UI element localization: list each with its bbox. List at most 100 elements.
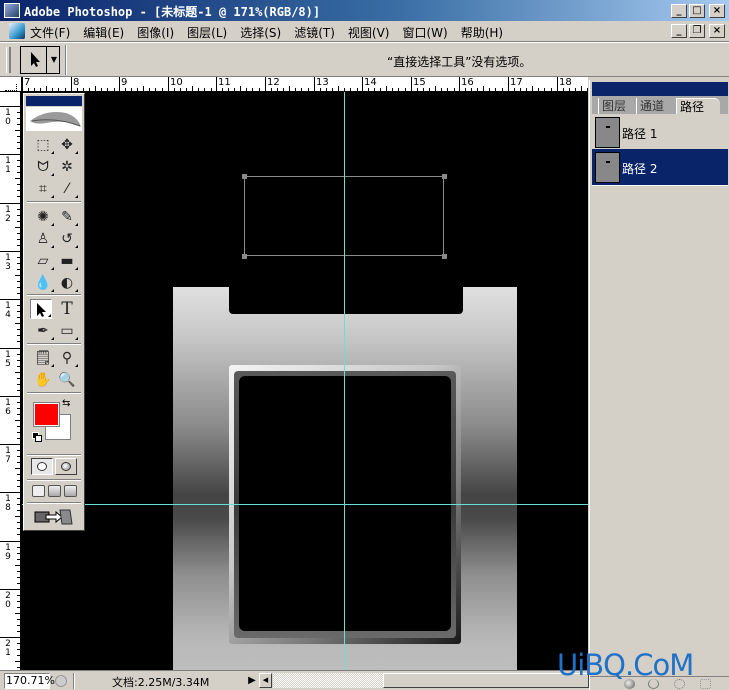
ruler-minor-tick xyxy=(89,88,90,91)
zoom-tool[interactable]: 🔍 xyxy=(56,370,78,390)
tool-flyout-indicator xyxy=(51,195,54,198)
make-work-path-icon[interactable] xyxy=(700,679,711,689)
status-menu-arrow-icon[interactable]: ▶ xyxy=(246,673,258,689)
eraser-tool[interactable]: ▱ xyxy=(32,251,54,271)
gradient-tool[interactable]: ▬ xyxy=(56,251,78,271)
tab-paths[interactable]: 路径 xyxy=(676,98,720,114)
ruler-minor-tick xyxy=(17,450,20,451)
blur-tool[interactable]: 💧 xyxy=(32,273,54,293)
horizontal-ruler[interactable]: 7 8 9 10 11 12 13 14 15 16 17 18 xyxy=(22,77,588,92)
ruler-minor-tick xyxy=(17,534,20,535)
full-screen-mode-button[interactable] xyxy=(64,485,77,497)
eyedropper-tool[interactable]: ⚲ xyxy=(56,348,78,368)
tab-channels[interactable]: 通道 xyxy=(636,98,667,114)
doc-restore-button[interactable]: ❐ xyxy=(689,24,705,38)
vertical-ruler[interactable]: 10 11 12 13 14 15 16 17 18 19 20 21 xyxy=(0,92,22,670)
ruler-major-tick xyxy=(0,348,20,349)
minimize-button[interactable]: _ xyxy=(671,4,687,18)
toolbox-separator xyxy=(27,502,81,504)
doc-close-button[interactable]: × xyxy=(709,24,725,38)
default-colors-icon[interactable] xyxy=(32,432,42,442)
magic-wand-tool[interactable]: ✲ xyxy=(56,157,78,177)
rectangle-tool[interactable]: ▭ xyxy=(56,321,78,341)
direct-selection-tool[interactable] xyxy=(30,299,52,319)
standard-mode-button[interactable] xyxy=(31,458,53,475)
preview-icon[interactable] xyxy=(55,675,67,687)
horizontal-scroll-track[interactable] xyxy=(273,673,383,688)
document-canvas[interactable] xyxy=(22,92,588,670)
document-icon[interactable] xyxy=(9,23,25,39)
crop-tool[interactable]: ⌗ xyxy=(32,179,54,199)
brush-tool[interactable]: ✎ xyxy=(56,207,78,227)
doc-minimize-button[interactable]: _ xyxy=(671,24,687,38)
ruler-minor-tick xyxy=(40,88,41,91)
move-tool[interactable]: ✥ xyxy=(56,135,78,155)
maximize-button[interactable]: □ xyxy=(689,4,705,18)
path-list-item-selected[interactable]: 路径 2 xyxy=(592,149,728,186)
path-list-item[interactable]: 路径 1 xyxy=(592,114,728,151)
photoshop-feather-logo[interactable] xyxy=(26,107,82,131)
menu-view[interactable]: 视图(V) xyxy=(348,24,390,41)
vertical-guide[interactable] xyxy=(344,92,345,670)
ruler-minor-tick xyxy=(587,88,588,91)
chevron-down-icon[interactable]: ▼ xyxy=(48,47,60,73)
ruler-minor-tick xyxy=(240,86,241,91)
ruler-minor-tick xyxy=(344,88,345,91)
ruler-minor-tick xyxy=(17,559,20,560)
menu-layer[interactable]: 图层(L) xyxy=(187,24,227,41)
dodge-tool[interactable]: ◐ xyxy=(56,273,78,293)
ruler-minor-tick xyxy=(228,88,229,91)
clone-stamp-tool[interactable]: ♙ xyxy=(32,229,54,249)
ruler-major-tick xyxy=(216,77,217,91)
path-anchor-point[interactable] xyxy=(242,254,247,259)
toolbox-title-bar[interactable] xyxy=(26,96,82,106)
ruler-minor-tick xyxy=(17,166,20,167)
swap-colors-icon[interactable]: ⇆ xyxy=(62,398,70,409)
ruler-minor-tick xyxy=(149,88,150,91)
standard-screen-mode-button[interactable] xyxy=(32,485,45,497)
options-bar-grip[interactable] xyxy=(6,47,11,73)
scroll-left-button[interactable]: ◀ xyxy=(259,673,272,688)
ruler-minor-tick xyxy=(107,88,108,91)
path-anchor-point[interactable] xyxy=(242,174,247,179)
ruler-minor-tick xyxy=(17,160,20,161)
slice-tool[interactable]: ⁄ xyxy=(56,179,78,199)
tool-flyout-indicator xyxy=(51,245,54,248)
jump-to-imageready-button[interactable] xyxy=(34,508,74,526)
ruler-minor-tick xyxy=(17,607,20,608)
zoom-icon: 🔍 xyxy=(58,372,76,388)
close-button[interactable]: × xyxy=(709,4,725,18)
panel-title-bar[interactable] xyxy=(592,82,728,96)
zoom-level-field[interactable]: 170.71% xyxy=(4,673,55,689)
menu-select[interactable]: 选择(S) xyxy=(240,24,281,41)
ruler-minor-tick xyxy=(350,88,351,91)
path-anchor-point[interactable] xyxy=(442,174,447,179)
foreground-color-swatch[interactable] xyxy=(33,402,60,427)
menu-window[interactable]: 窗口(W) xyxy=(402,24,447,41)
ruler-major-tick xyxy=(0,396,20,397)
menu-file[interactable]: 文件(F) xyxy=(30,24,70,41)
tab-layers[interactable]: 图层 xyxy=(598,98,629,114)
menu-filter[interactable]: 滤镜(T) xyxy=(294,24,335,41)
tool-flyout-indicator xyxy=(75,289,78,292)
ruler-origin[interactable] xyxy=(0,77,22,92)
history-brush-tool[interactable]: ↺ xyxy=(56,229,78,249)
full-screen-menu-mode-button[interactable] xyxy=(48,485,61,497)
tool-flyout-indicator xyxy=(75,151,78,154)
menu-edit[interactable]: 编辑(E) xyxy=(83,24,124,41)
notes-tool[interactable]: 🗒 xyxy=(32,348,54,368)
pen-tool[interactable]: ✒ xyxy=(32,321,54,341)
tool-preset-picker[interactable]: ▼ xyxy=(20,46,60,74)
menu-image[interactable]: 图像(I) xyxy=(137,24,174,41)
ruler-minor-tick xyxy=(575,88,576,91)
menu-help[interactable]: 帮助(H) xyxy=(461,24,503,41)
marquee-tool[interactable]: ⬚ xyxy=(32,135,54,155)
horizontal-guide[interactable] xyxy=(22,504,588,505)
type-tool[interactable]: T xyxy=(56,299,78,319)
lasso-tool[interactable]: ᗢ xyxy=(32,157,54,177)
quick-mask-mode-button[interactable] xyxy=(55,458,77,475)
path-anchor-point[interactable] xyxy=(442,254,447,259)
hand-tool[interactable]: ✋ xyxy=(32,370,54,390)
menu-bar: 文件(F) 编辑(E) 图像(I) 图层(L) 选择(S) 滤镜(T) 视图(V… xyxy=(0,21,729,42)
healing-brush-tool[interactable]: ✺ xyxy=(32,207,54,227)
